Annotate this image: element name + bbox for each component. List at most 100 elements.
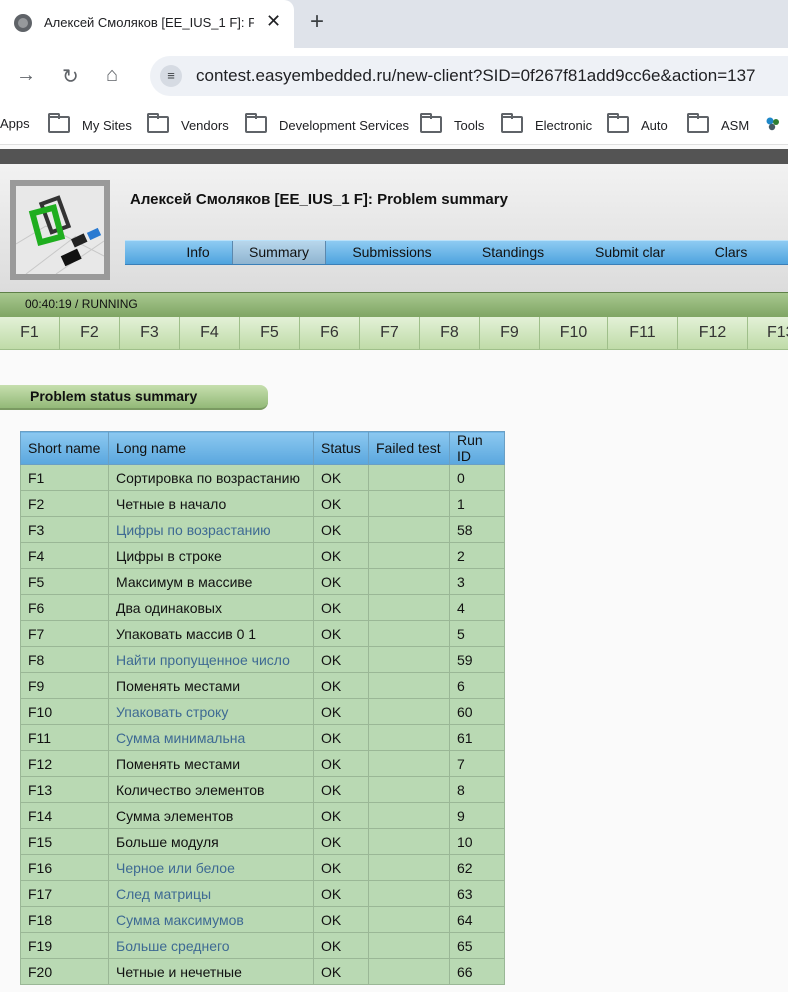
problem-summary-table: Short name Long name Status Failed test … — [20, 431, 505, 985]
contest-status-text: 00:40:19 / RUNNING — [25, 297, 138, 311]
problem-tab-f2[interactable]: F2 — [60, 317, 120, 350]
long-name-cell[interactable]: Больше среднего — [108, 932, 314, 959]
table-row: F7 Упаковать массив 0 1 OK 5 — [20, 620, 505, 647]
menu-standings[interactable]: Standings — [465, 241, 561, 264]
run-id-cell: 6 — [449, 672, 505, 699]
table-row: F2 Четные в начало OK 1 — [20, 490, 505, 517]
problem-tab-f3[interactable]: F3 — [120, 317, 180, 350]
short-name-cell: F6 — [20, 594, 109, 621]
section-header: Problem status summary — [0, 385, 268, 410]
table-row: F18 Сумма максимумов OK 64 — [20, 906, 505, 933]
failed-test-cell — [368, 698, 450, 725]
long-name-cell[interactable]: Цифры по возрастанию — [108, 516, 314, 543]
long-name-cell: Количество элементов — [108, 776, 314, 803]
forward-icon[interactable]: → — [16, 64, 36, 87]
problem-tab-f8[interactable]: F8 — [420, 317, 480, 350]
long-name-cell: Цифры в строке — [108, 542, 314, 569]
bookmark-vendors[interactable]: Vendors — [147, 113, 229, 133]
run-id-cell: 61 — [449, 724, 505, 751]
run-id-cell: 65 — [449, 932, 505, 959]
long-name-cell[interactable]: Сумма максимумов — [108, 906, 314, 933]
failed-test-cell — [368, 542, 450, 569]
failed-test-cell — [368, 958, 450, 985]
long-name-cell[interactable]: Черное или белое — [108, 854, 314, 881]
folder-icon — [501, 113, 523, 133]
table-row: F13 Количество элементов OK 8 — [20, 776, 505, 803]
browser-tab[interactable]: Алексей Смоляков [EE_IUS_1 F]: Problem s… — [0, 0, 294, 48]
table-row: F1 Сортировка по возрастанию OK 0 — [20, 464, 505, 491]
menu-submissions[interactable]: Submissions — [333, 241, 451, 264]
problem-tab-f10[interactable]: F10 — [540, 317, 608, 350]
menu-clars[interactable]: Clars — [703, 241, 759, 264]
site-info-icon[interactable]: ≡ — [160, 65, 182, 87]
folder-icon — [420, 113, 442, 133]
failed-test-cell — [368, 568, 450, 595]
short-name-cell: F12 — [20, 750, 109, 777]
problem-tab-f13[interactable]: F13 — [748, 317, 788, 350]
status-cell: OK — [313, 802, 369, 829]
long-name-cell[interactable]: Сумма минимальна — [108, 724, 314, 751]
status-cell: OK — [313, 672, 369, 699]
failed-test-cell — [368, 464, 450, 491]
status-cell: OK — [313, 646, 369, 673]
bookmark-my-sites[interactable]: My Sites — [48, 113, 132, 133]
short-name-cell: F18 — [20, 906, 109, 933]
short-name-cell: F19 — [20, 932, 109, 959]
logo-graphic-icon — [15, 195, 105, 275]
table-row: F15 Больше модуля OK 10 — [20, 828, 505, 855]
home-icon[interactable]: ⌂ — [106, 64, 118, 87]
problem-tab-f9[interactable]: F9 — [480, 317, 540, 350]
failed-test-cell — [368, 828, 450, 855]
problem-tabs: F1 F2 F3 F4 F5 F6 F7 F8 F9 F10 F11 F12 F… — [0, 317, 788, 350]
failed-test-cell — [368, 490, 450, 517]
bookmark-apps[interactable]: Apps — [0, 116, 30, 131]
problem-tab-f7[interactable]: F7 — [360, 317, 420, 350]
short-name-cell: F10 — [20, 698, 109, 725]
contest-status-bar: 00:40:19 / RUNNING — [0, 292, 788, 317]
bookmark-electronic[interactable]: Electronic — [501, 113, 592, 133]
failed-test-cell — [368, 776, 450, 803]
long-name-cell[interactable]: След матрицы — [108, 880, 314, 907]
close-tab-icon[interactable]: ✕ — [266, 11, 281, 32]
run-id-cell: 59 — [449, 646, 505, 673]
problem-tab-f12[interactable]: F12 — [678, 317, 748, 350]
bookmark-tools[interactable]: Tools — [420, 113, 484, 133]
status-cell: OK — [313, 854, 369, 881]
extension-bookmark-icon[interactable] — [765, 116, 781, 132]
status-cell: OK — [313, 724, 369, 751]
failed-test-cell — [368, 932, 450, 959]
run-id-cell: 62 — [449, 854, 505, 881]
problem-tab-f11[interactable]: F11 — [608, 317, 678, 350]
run-id-cell: 0 — [449, 464, 505, 491]
failed-test-cell — [368, 672, 450, 699]
bookmark-development-services[interactable]: Development Services — [245, 113, 409, 133]
bookmark-auto[interactable]: Auto — [607, 113, 668, 133]
problem-tab-f5[interactable]: F5 — [240, 317, 300, 350]
table-row: F9 Поменять местами OK 6 — [20, 672, 505, 699]
menu-info[interactable]: Info — [165, 241, 231, 264]
run-id-cell: 8 — [449, 776, 505, 803]
address-bar[interactable]: ≡ contest.easyembedded.ru/new-client?SID… — [150, 56, 788, 96]
short-name-cell: F16 — [20, 854, 109, 881]
short-name-cell: F1 — [20, 464, 109, 491]
problem-tab-f6[interactable]: F6 — [300, 317, 360, 350]
status-cell: OK — [313, 828, 369, 855]
col-status: Status — [313, 431, 369, 465]
long-name-cell[interactable]: Упаковать строку — [108, 698, 314, 725]
problem-tab-f1[interactable]: F1 — [0, 317, 60, 350]
reload-icon[interactable]: ↻ — [62, 64, 79, 89]
page-top-bar — [0, 149, 788, 164]
url-text[interactable]: contest.easyembedded.ru/new-client?SID=0… — [196, 66, 756, 86]
problem-tab-f4[interactable]: F4 — [180, 317, 240, 350]
new-tab-icon[interactable]: + — [310, 8, 324, 36]
col-run-id: Run ID — [449, 431, 505, 465]
long-name-cell[interactable]: Найти пропущенное число — [108, 646, 314, 673]
long-name-cell: Сумма элементов — [108, 802, 314, 829]
menu-summary[interactable]: Summary — [232, 241, 326, 264]
menu-submit-clar[interactable]: Submit clar — [580, 241, 680, 264]
failed-test-cell — [368, 620, 450, 647]
long-name-cell: Четные в начало — [108, 490, 314, 517]
bookmark-asm[interactable]: ASM — [687, 113, 749, 133]
table-row: F10 Упаковать строку OK 60 — [20, 698, 505, 725]
table-row: F8 Найти пропущенное число OK 59 — [20, 646, 505, 673]
